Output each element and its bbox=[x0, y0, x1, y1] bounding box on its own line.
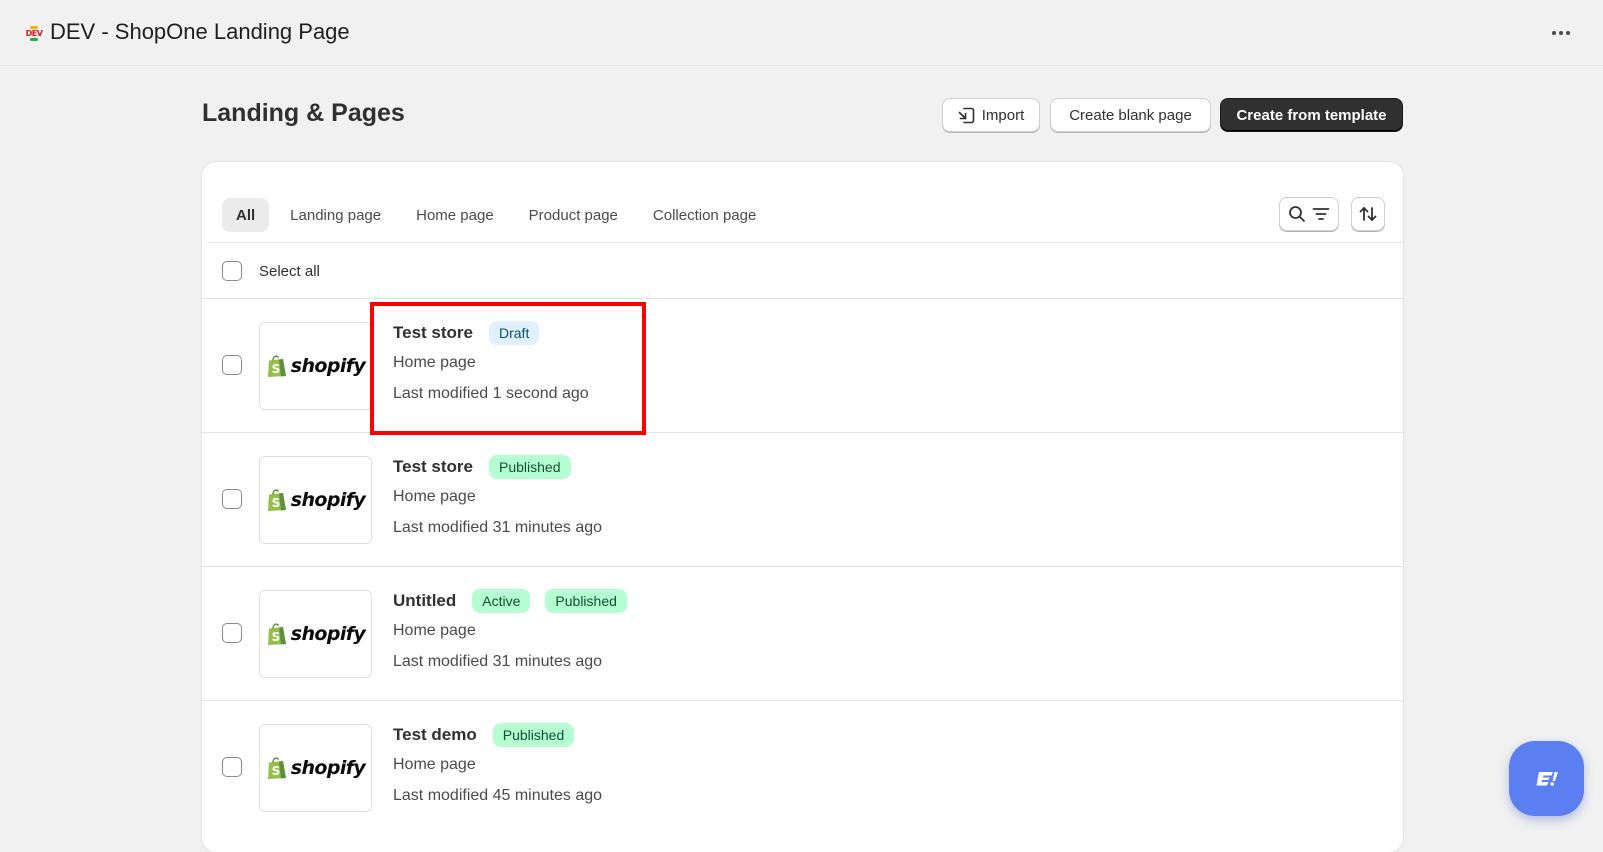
row-checkbox[interactable] bbox=[222, 355, 242, 375]
page-title: Landing & Pages bbox=[202, 99, 405, 127]
ellipsis-icon bbox=[1559, 31, 1563, 35]
select-all: Select all bbox=[222, 261, 320, 281]
status-badge: Published bbox=[489, 455, 571, 479]
page-name[interactable]: Test store bbox=[393, 323, 473, 343]
app-logo-text: DEV bbox=[25, 28, 43, 38]
status-badges: Draft bbox=[489, 321, 540, 345]
page-row[interactable]: S shopify Test demo Published Home page … bbox=[202, 700, 1403, 834]
tabs-divider bbox=[207, 242, 1403, 243]
tab-collection-page[interactable]: Collection page bbox=[639, 198, 770, 232]
pages-card: All Landing page Home page Product page … bbox=[202, 162, 1403, 852]
top-bar: DEV DEV - ShopOne Landing Page bbox=[0, 0, 1603, 66]
create-from-template-label: Create from template bbox=[1236, 106, 1387, 124]
chat-logo-icon bbox=[1536, 771, 1558, 786]
filter-icon bbox=[1312, 208, 1330, 220]
row-checkbox[interactable] bbox=[222, 489, 242, 509]
ellipsis-icon bbox=[1552, 31, 1556, 35]
page-title-line: Test store Draft bbox=[393, 321, 589, 345]
shopify-wordmark: shopify bbox=[290, 757, 366, 779]
page-type-tabs: All Landing page Home page Product page … bbox=[222, 198, 777, 232]
page-info: Test store Draft Home page Last modified… bbox=[393, 321, 589, 407]
tab-product-page[interactable]: Product page bbox=[515, 198, 632, 232]
page-info: Test demo Published Home page Last modif… bbox=[393, 723, 602, 809]
page-thumbnail[interactable]: S shopify bbox=[259, 456, 372, 544]
svg-text:S: S bbox=[271, 630, 280, 644]
shopify-wordmark: shopify bbox=[290, 623, 366, 645]
status-badge: Active bbox=[472, 589, 531, 613]
search-filter-button[interactable] bbox=[1279, 197, 1339, 231]
sort-button[interactable] bbox=[1351, 197, 1385, 231]
page-row[interactable]: S shopify Test store Published Home page… bbox=[202, 432, 1403, 566]
last-modified: Last modified 1 second ago bbox=[393, 385, 589, 402]
status-badge: Published bbox=[545, 589, 627, 613]
list-tools bbox=[1279, 197, 1385, 231]
page-thumbnail[interactable]: S shopify bbox=[259, 590, 372, 678]
page-thumbnail[interactable]: S shopify bbox=[259, 724, 372, 812]
row-checkbox[interactable] bbox=[222, 757, 242, 777]
svg-text:S: S bbox=[271, 764, 280, 778]
select-all-checkbox[interactable] bbox=[222, 261, 242, 281]
shopify-bag-icon: S bbox=[267, 355, 286, 377]
page-title-line: Test demo Published bbox=[393, 723, 602, 747]
search-icon bbox=[1289, 206, 1305, 222]
logo-dot-bottom bbox=[30, 37, 38, 41]
more-actions-button[interactable] bbox=[1546, 22, 1576, 44]
app-title: DEV - ShopOne Landing Page bbox=[50, 19, 350, 44]
import-icon bbox=[958, 107, 975, 123]
create-blank-page-label: Create blank page bbox=[1069, 106, 1192, 124]
last-modified: Last modified 45 minutes ago bbox=[393, 787, 603, 804]
page-title-line: Test store Published bbox=[393, 455, 602, 479]
last-modified: Last modified 31 minutes ago bbox=[393, 653, 603, 670]
page-title-line: Untitled Active Published bbox=[393, 589, 627, 613]
page-row[interactable]: S shopify Untitled Active Published Home… bbox=[202, 566, 1403, 700]
import-button-label: Import bbox=[981, 106, 1025, 124]
svg-text:S: S bbox=[271, 496, 280, 510]
svg-text:S: S bbox=[271, 362, 280, 376]
page-type: Home page bbox=[393, 488, 476, 505]
import-button[interactable]: Import bbox=[942, 98, 1040, 132]
page-name[interactable]: Untitled bbox=[393, 591, 456, 611]
shopify-bag-icon: S bbox=[267, 489, 286, 511]
page-type: Home page bbox=[393, 756, 476, 773]
page-name[interactable]: Test store bbox=[393, 457, 473, 477]
select-all-label: Select all bbox=[259, 262, 320, 280]
sort-icon bbox=[1359, 207, 1377, 221]
status-badge: Published bbox=[492, 723, 575, 747]
status-badge: Draft bbox=[489, 321, 540, 345]
chat-widget-button[interactable] bbox=[1509, 741, 1584, 816]
pages-list: S shopify Test store Draft Home page Las… bbox=[202, 298, 1403, 834]
page-info: Untitled Active Published Home page Last… bbox=[393, 589, 627, 675]
tab-all[interactable]: All bbox=[222, 198, 270, 232]
tab-landing-page[interactable]: Landing page bbox=[276, 198, 395, 232]
page-name[interactable]: Test demo bbox=[393, 725, 477, 745]
create-from-template-button[interactable]: Create from template bbox=[1220, 98, 1403, 132]
tab-home-page[interactable]: Home page bbox=[402, 198, 508, 232]
shopify-bag-icon: S bbox=[267, 757, 286, 779]
page-type: Home page bbox=[393, 622, 476, 639]
page-row[interactable]: S shopify Test store Draft Home page Las… bbox=[202, 298, 1403, 432]
shopify-wordmark: shopify bbox=[290, 489, 366, 511]
page-info: Test store Published Home page Last modi… bbox=[393, 455, 602, 541]
shopify-wordmark: shopify bbox=[290, 355, 366, 377]
page-type: Home page bbox=[393, 354, 476, 371]
row-checkbox[interactable] bbox=[222, 623, 242, 643]
ellipsis-icon bbox=[1566, 31, 1570, 35]
status-badges: Active Published bbox=[472, 589, 627, 613]
shopify-bag-icon: S bbox=[267, 623, 286, 645]
create-blank-page-button[interactable]: Create blank page bbox=[1050, 98, 1211, 132]
last-modified: Last modified 31 minutes ago bbox=[393, 519, 603, 536]
status-badges: Published bbox=[492, 723, 575, 747]
status-badges: Published bbox=[489, 455, 571, 479]
page-thumbnail[interactable]: S shopify bbox=[259, 322, 372, 410]
app-logo: DEV bbox=[23, 21, 45, 45]
